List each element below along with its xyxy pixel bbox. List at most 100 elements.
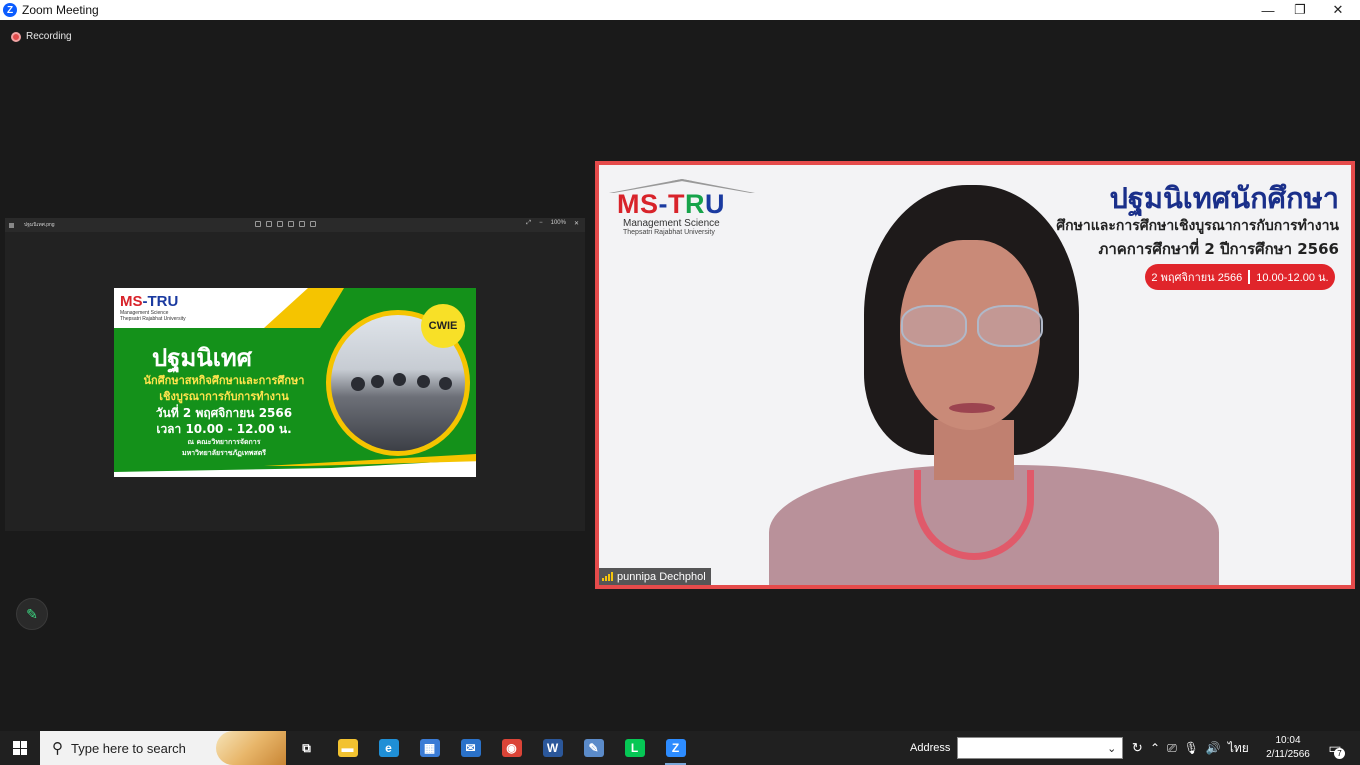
orientation-banner: MS-TRU Management Science Thepsatri Raja… — [114, 288, 476, 477]
image-viewer-toolbar: ปฐมนิเทศ.png ⤢ − 100% ✕ — [5, 218, 585, 232]
clock-time: 10:04 — [1275, 735, 1301, 746]
cwie-badge: CWIE — [421, 304, 465, 348]
zoom-icon: Z — [665, 739, 686, 757]
zoom-in-icon[interactable] — [255, 221, 261, 227]
file-icon — [9, 222, 14, 228]
address-input[interactable]: ⌄ — [957, 737, 1124, 759]
folder-icon: ▬ — [337, 739, 358, 757]
edge-icon: e — [378, 739, 399, 757]
clock-date: 2/11/2566 — [1266, 749, 1310, 760]
volume-icon[interactable]: 🔊 — [1206, 741, 1221, 755]
participant-name: punnipa Dechphol — [617, 570, 706, 583]
taskbar-app-line[interactable]: L — [614, 731, 655, 765]
record-dot-icon — [11, 31, 21, 42]
banner-line-2: เชิงบูรณาการกับการทำงาน — [159, 390, 289, 403]
speaker-mouth — [949, 403, 995, 413]
recording-indicator[interactable]: Recording — [11, 31, 72, 42]
date-time-pill: 2 พฤศจิกายน 2566 10.00-12.00 น. — [1145, 264, 1335, 290]
taskbar-app-chrome[interactable]: ◉ — [491, 731, 532, 765]
task-view-icon: ⧉ — [296, 739, 317, 757]
signal-strength-icon — [602, 572, 613, 581]
system-tray: ⌃ ⎚ 🎙 🔊 ไทย — [1150, 731, 1249, 765]
viewer-tools — [255, 221, 316, 227]
notification-button[interactable]: ▭ 7 — [1324, 731, 1346, 765]
search-placeholder: Type here to search — [71, 740, 186, 756]
windows-logo-icon — [13, 741, 27, 755]
taskbar-app-zoom[interactable]: Z — [655, 731, 696, 765]
taskbar-app-writer[interactable]: ✎ — [573, 731, 614, 765]
taskbar-search[interactable]: ⚲ Type here to search — [40, 731, 286, 765]
pill-separator — [1248, 270, 1251, 284]
taskbar-app-edge[interactable]: e — [368, 731, 409, 765]
participant-name-tag: punnipa Dechphol — [599, 568, 711, 585]
logo-dash: - — [658, 189, 668, 219]
taskbar-app-store[interactable]: ▦ — [409, 731, 450, 765]
edit-icon[interactable] — [299, 221, 305, 227]
logo-t: T — [668, 189, 685, 219]
window-titlebar: Z Zoom Meeting — ❐ ✕ — [0, 0, 1360, 20]
favorite-icon[interactable] — [288, 221, 294, 227]
windows-taskbar: ⚲ Type here to search ⧉ ▬ e ▦ ✉ ◉ W ✎ L Z Address… — [0, 731, 1360, 765]
banner-line-1: นักศึกษาสหกิจศึกษาและการศึกษา — [143, 374, 305, 387]
pill-date: 2 พฤศจิกายน 2566 — [1151, 272, 1243, 284]
microphone-icon[interactable]: 🎙 — [1184, 741, 1199, 755]
refresh-icon[interactable]: ↻ — [1127, 737, 1147, 759]
shared-file-name: ปฐมนิเทศ.png — [24, 222, 55, 228]
search-highlight-image — [216, 731, 286, 765]
annotate-button[interactable]: ✎ — [16, 598, 48, 630]
address-label: Address — [910, 742, 951, 754]
close-button[interactable]: ✕ — [1318, 0, 1358, 20]
chrome-icon: ◉ — [501, 739, 522, 757]
taskbar-app-word[interactable]: W — [532, 731, 573, 765]
taskbar-app-task-view[interactable]: ⧉ — [286, 731, 327, 765]
taskbar-app-mail[interactable]: ✉ — [450, 731, 491, 765]
banner-logo: MS-TRU Management Science Thepsatri Raja… — [120, 293, 190, 322]
logo-ms: MS — [617, 189, 659, 219]
logo-u: U — [705, 189, 725, 219]
start-button[interactable] — [0, 731, 40, 765]
zoom-out-icon[interactable]: − — [539, 220, 543, 227]
viewer-window-controls: ⤢ − 100% ✕ — [526, 220, 579, 227]
taskbar-app-file-explorer[interactable]: ▬ — [327, 731, 368, 765]
network-icon[interactable]: ⎚ — [1167, 741, 1177, 756]
fullscreen-icon[interactable]: ⤢ — [526, 220, 531, 227]
pill-time: 10.00-12.00 น. — [1256, 272, 1329, 284]
rotate-icon[interactable] — [266, 221, 272, 227]
writer-icon: ✎ — [583, 739, 604, 757]
minimize-icon: — — [1261, 2, 1275, 18]
pencil-icon: ✎ — [26, 605, 38, 622]
zoom-logo-icon: Z — [3, 3, 17, 17]
banner-time: เวลา 10.00 - 12.00 น. — [156, 422, 292, 436]
crop-icon[interactable] — [310, 221, 316, 227]
banner-details: นักศึกษาสหกิจศึกษาและการศึกษา เชิงบูรณาก… — [124, 373, 324, 459]
word-icon: W — [542, 739, 563, 757]
logo-sub1: Management Science — [623, 218, 720, 229]
video-semester: ภาคการศึกษาที่ 2 ปีการศึกษา 2566 — [1098, 240, 1339, 258]
taskbar-clock[interactable]: 10:04 2/11/2566 — [1258, 734, 1318, 762]
maximize-button[interactable]: ❐ — [1280, 0, 1320, 20]
logo-text: MS-TRU — [617, 189, 749, 220]
maximize-icon: ❐ — [1294, 2, 1306, 17]
video-subtitle: ศึกษาและการศึกษาเชิงบูรณาการกับการทำงาน — [1056, 218, 1339, 234]
chevron-down-icon[interactable]: ⌄ — [1107, 742, 1116, 755]
language-indicator[interactable]: ไทย — [1228, 739, 1249, 758]
viewer-close-icon[interactable]: ✕ — [574, 220, 579, 227]
zoom-level: 100% — [550, 220, 566, 226]
delete-icon[interactable] — [277, 221, 283, 227]
recording-label: Recording — [26, 31, 72, 42]
chevron-up-icon[interactable]: ⌃ — [1150, 741, 1160, 755]
shared-screen-tile[interactable]: ปฐมนิเทศ.png ⤢ − 100% ✕ MS-TRU Managemen… — [5, 218, 585, 531]
notification-count: 7 — [1334, 748, 1345, 759]
line-icon: L — [624, 739, 645, 757]
banner-venue-2: มหาวิทยาลัยราชภัฏเทพสตรี — [181, 449, 267, 457]
banner-title: ปฐมนิเทศ — [152, 344, 252, 372]
search-icon: ⚲ — [52, 740, 63, 757]
mail-icon: ✉ — [460, 739, 481, 757]
store-icon: ▦ — [419, 739, 440, 757]
banner-logo-ms: MS — [120, 293, 143, 310]
speaker-video-tile[interactable]: MS-TRU Management Science Thepsatri Raja… — [595, 161, 1355, 589]
taskbar-apps: ⧉ ▬ e ▦ ✉ ◉ W ✎ L Z — [286, 731, 696, 765]
logo-sub2: Thepsatri Rajabhat University — [623, 229, 715, 236]
ms-tru-logo: MS-TRU Management Science Thepsatri Raja… — [609, 179, 755, 236]
window-title: Zoom Meeting — [22, 3, 99, 17]
